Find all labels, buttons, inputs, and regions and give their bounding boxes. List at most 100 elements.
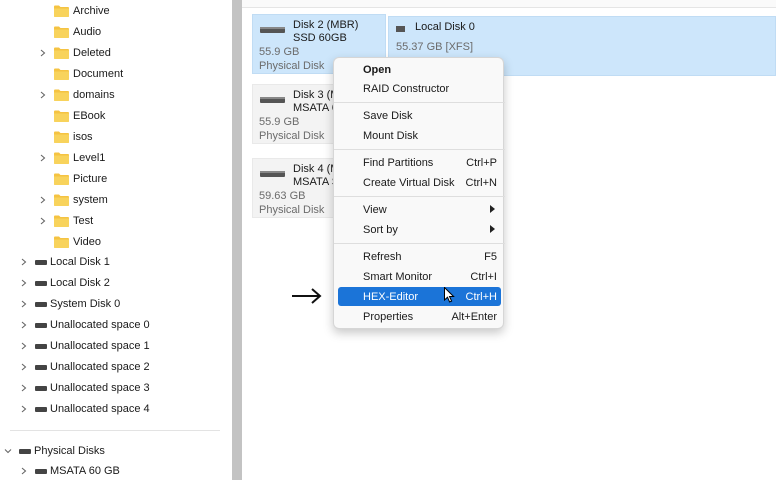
tree-item-video[interactable]: Video <box>38 232 101 252</box>
panel-splitter[interactable] <box>232 0 242 480</box>
menu-item-view[interactable]: View <box>338 200 501 219</box>
tree-item-level1[interactable]: Level1 <box>38 148 105 168</box>
tree-item-label: Unallocated space 1 <box>50 340 150 352</box>
drive-icon <box>35 322 47 328</box>
tree-item-label: isos <box>73 131 93 143</box>
menu-item-refresh[interactable]: Refresh F5 <box>338 247 501 266</box>
menu-separator <box>334 196 505 197</box>
shortcut-label: Ctrl+N <box>465 176 497 189</box>
tree-item-physical-disks[interactable]: Physical Disks <box>3 441 105 461</box>
folder-icon <box>54 47 69 59</box>
tree-item-msata-60gb[interactable]: MSATA 60 GB <box>19 461 120 480</box>
chevron-right-icon[interactable] <box>19 362 29 372</box>
tree-item-label: Unallocated space 2 <box>50 361 150 373</box>
menu-item-hex-editor[interactable]: HEX-Editor Ctrl+H <box>338 287 501 306</box>
chevron-right-icon[interactable] <box>38 90 48 100</box>
tree-item-document[interactable]: Document <box>38 64 123 84</box>
menu-item-find-partitions[interactable]: Find Partitions Ctrl+P <box>338 153 501 172</box>
shortcut-label: Ctrl+I <box>470 270 497 283</box>
drive-icon <box>35 364 47 370</box>
tree-item-label: System Disk 0 <box>50 298 121 310</box>
tree-item-local-disk-1[interactable]: Local Disk 1 <box>19 252 110 272</box>
menu-item-properties[interactable]: Properties Alt+Enter <box>338 307 501 326</box>
menu-separator <box>334 149 505 150</box>
disk-view: Disk 2 (MBR) SSD 60GB 55.9 GB Physical D… <box>242 0 776 480</box>
tree-item-domains[interactable]: domains <box>38 85 115 105</box>
chevron-right-icon[interactable] <box>19 299 29 309</box>
tree-item-label: Deleted <box>73 47 111 59</box>
tree-item-label: domains <box>73 89 115 101</box>
partition-size: 55.37 GB [XFS] <box>396 41 474 53</box>
tree-item-picture[interactable]: Picture <box>38 169 107 189</box>
menu-item-create-virtual-disk[interactable]: Create Virtual Disk Ctrl+N <box>338 173 501 192</box>
tree-item-archive[interactable]: Archive <box>38 1 110 21</box>
chevron-right-icon[interactable] <box>19 466 29 476</box>
folder-icon <box>54 26 69 38</box>
tree-item-unallocated-4[interactable]: Unallocated space 4 <box>19 399 150 419</box>
chevron-down-icon[interactable] <box>3 446 13 456</box>
tree-item-label: system <box>73 194 108 206</box>
tree-item-unallocated-2[interactable]: Unallocated space 2 <box>19 357 150 377</box>
chevron-right-icon[interactable] <box>19 257 29 267</box>
chevron-right-icon[interactable] <box>38 216 48 226</box>
drive-icon <box>35 259 47 265</box>
menu-item-save-disk[interactable]: Save Disk <box>338 106 501 125</box>
tree-item-label: EBook <box>73 110 106 122</box>
tree-item-label: Video <box>73 236 101 248</box>
menu-item-sort-by[interactable]: Sort by <box>338 220 501 239</box>
menu-separator <box>334 243 505 244</box>
tree-item-ebook[interactable]: EBook <box>38 106 105 126</box>
tree-item-label: Document <box>73 68 124 80</box>
disk-size: 55.9 GB <box>259 46 300 58</box>
disk-size: 55.9 GB <box>259 116 300 128</box>
disk-model: SSD 60GB <box>293 32 347 44</box>
menu-item-raid-constructor[interactable]: RAID Constructor <box>338 79 501 98</box>
shortcut-label: Ctrl+H <box>465 290 497 303</box>
tree-item-label: Audio <box>73 26 102 38</box>
folder-icon <box>54 5 69 17</box>
menu-item-mount-disk[interactable]: Mount Disk <box>338 126 501 145</box>
tree-item-audio[interactable]: Audio <box>38 22 101 42</box>
chevron-right-icon[interactable] <box>38 153 48 163</box>
menu-separator <box>334 102 505 103</box>
tree-item-local-disk-2[interactable]: Local Disk 2 <box>19 273 110 293</box>
submenu-arrow-icon <box>490 205 495 213</box>
disk-kind: Physical Disk <box>259 130 325 142</box>
chevron-right-icon[interactable] <box>38 48 48 58</box>
drive-icon <box>19 448 31 454</box>
tree-item-unallocated-3[interactable]: Unallocated space 3 <box>19 378 150 398</box>
tree-item-label: Unallocated space 4 <box>50 403 150 415</box>
tree-item-unallocated-1[interactable]: Unallocated space 1 <box>19 336 150 356</box>
folder-icon <box>54 89 69 101</box>
tree-item-label: Unallocated space 0 <box>50 319 150 331</box>
folder-icon <box>54 110 69 122</box>
tree-item-label: MSATA 60 GB <box>50 465 120 477</box>
tree-item-unallocated-0[interactable]: Unallocated space 0 <box>19 315 150 335</box>
tree-item-label: Physical Disks <box>34 445 105 457</box>
tree-item-system[interactable]: system <box>38 190 108 210</box>
tree-item-isos[interactable]: isos <box>38 127 93 147</box>
chevron-right-icon[interactable] <box>19 341 29 351</box>
drive-icon <box>260 97 285 103</box>
tree-item-deleted[interactable]: Deleted <box>38 43 111 63</box>
tree-item-system-disk-0[interactable]: System Disk 0 <box>19 294 120 314</box>
chevron-right-icon[interactable] <box>19 404 29 414</box>
drive-icon <box>35 280 47 286</box>
chevron-right-icon[interactable] <box>38 195 48 205</box>
chevron-right-icon[interactable] <box>19 320 29 330</box>
disk-name: Disk 2 (MBR) <box>293 19 359 31</box>
tree-item-label: Local Disk 2 <box>50 277 110 289</box>
tree-item-test[interactable]: Test <box>38 211 93 231</box>
tree-divider <box>10 430 220 431</box>
folder-icon <box>54 152 69 164</box>
drive-icon <box>35 406 47 412</box>
menu-item-open[interactable]: Open <box>338 60 501 79</box>
drive-icon <box>396 26 405 32</box>
disk-size: 59.63 GB <box>259 190 306 202</box>
chevron-right-icon[interactable] <box>19 383 29 393</box>
partition-name: Local Disk 0 <box>415 21 475 33</box>
menu-item-smart-monitor[interactable]: Smart Monitor Ctrl+I <box>338 267 501 286</box>
drive-icon <box>35 343 47 349</box>
folder-icon <box>54 194 69 206</box>
chevron-right-icon[interactable] <box>19 278 29 288</box>
